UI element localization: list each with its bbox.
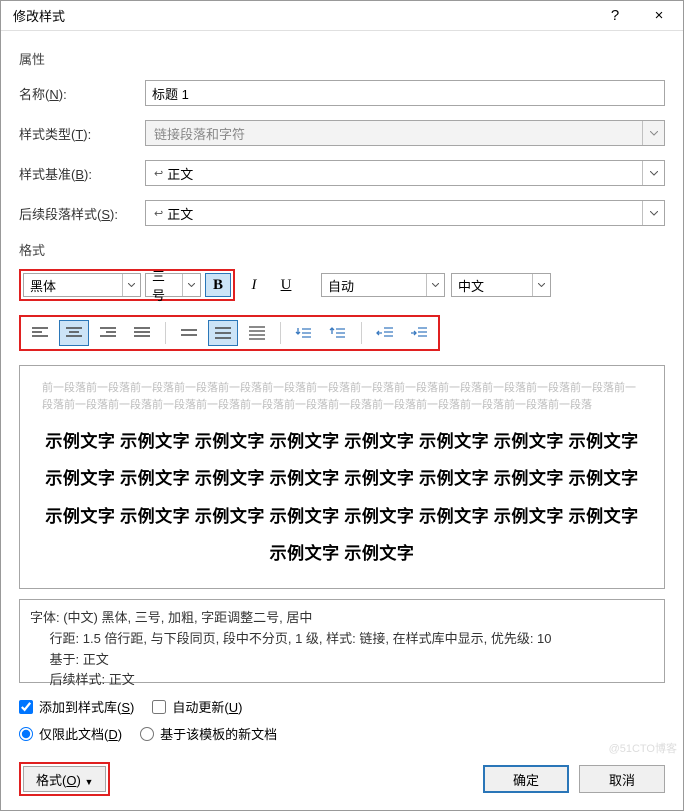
font-size-value: 三号	[146, 266, 182, 304]
template-input[interactable]	[140, 727, 154, 741]
type-value: 链接段落和字符	[146, 124, 642, 143]
based-on-value: ↩正文	[146, 164, 642, 183]
line-spacing-2-button[interactable]	[242, 320, 272, 346]
separator	[280, 322, 281, 344]
close-button[interactable]: ×	[637, 1, 681, 31]
footer: 格式(O) ▼ 确定 取消	[19, 762, 665, 796]
font-highlight-box: 黑体 三号 B	[19, 269, 235, 301]
preview-context-before: 前一段落前一段落前一段落前一段落前一段落前一段落前一段落前一段落前一段落前一段落…	[42, 380, 642, 413]
chevron-down-icon[interactable]	[426, 274, 444, 296]
format-menu-button[interactable]: 格式(O) ▼	[23, 766, 106, 792]
type-dropdown: 链接段落和字符	[145, 120, 665, 146]
increase-indent-button[interactable]	[404, 320, 434, 346]
language-value: 中文	[452, 276, 532, 295]
preview-sample-text: 示例文字 示例文字 示例文字 示例文字 示例文字 示例文字 示例文字 示例文字 …	[42, 423, 642, 573]
only-this-doc-input[interactable]	[19, 727, 33, 741]
format-section-label: 格式	[19, 240, 665, 259]
auto-update-input[interactable]	[152, 700, 166, 714]
space-before-decrease-button[interactable]	[323, 320, 353, 346]
next-style-label: 后续段落样式(S):	[19, 204, 145, 223]
line-spacing-1-button[interactable]	[174, 320, 204, 346]
dialog-content: 属性 名称(N): document.currentScript.previou…	[1, 31, 683, 765]
name-input[interactable]	[145, 80, 665, 106]
language-dropdown[interactable]: 中文	[451, 273, 551, 297]
add-to-gallery-checkbox[interactable]: 添加到样式库(S)	[19, 697, 134, 716]
help-button[interactable]: ?	[593, 1, 637, 31]
auto-update-checkbox[interactable]: 自动更新(U)	[152, 697, 242, 716]
type-label: 样式类型(T):	[19, 124, 145, 143]
separator	[361, 322, 362, 344]
dialog-title: 修改样式	[13, 6, 593, 25]
chevron-down-icon[interactable]	[642, 161, 664, 185]
preview-pane: 前一段落前一段落前一段落前一段落前一段落前一段落前一段落前一段落前一段落前一段落…	[19, 365, 665, 589]
next-style-dropdown[interactable]: ↩正文	[145, 200, 665, 226]
align-right-button[interactable]	[93, 320, 123, 346]
font-toolbar-row: 黑体 三号 B I U 自动 中文	[19, 269, 665, 301]
align-justify-button[interactable]	[127, 320, 157, 346]
radio-row: 仅限此文档(D) 基于该模板的新文档	[19, 724, 665, 743]
cancel-button[interactable]: 取消	[579, 765, 665, 793]
type-row: 样式类型(T): 链接段落和字符	[19, 120, 665, 146]
based-on-row: 样式基准(B): ↩正文	[19, 160, 665, 186]
chevron-down-icon[interactable]	[532, 274, 550, 296]
align-left-button[interactable]	[25, 320, 55, 346]
font-family-value: 黑体	[24, 276, 122, 295]
font-color-dropdown[interactable]: 自动	[321, 273, 445, 297]
style-description: 字体: (中文) 黑体, 三号, 加粗, 字距调整二号, 居中 行距: 1.5 …	[19, 599, 665, 683]
titlebar: 修改样式 ? ×	[1, 1, 683, 31]
based-on-label: 样式基准(B):	[19, 164, 145, 183]
name-row: 名称(N): document.currentScript.previousEl…	[19, 80, 665, 106]
desc-line-2: 行距: 1.5 倍行距, 与下段同页, 段中不分页, 1 级, 样式: 链接, …	[30, 629, 654, 650]
font-color-value: 自动	[322, 276, 426, 295]
desc-line-3: 基于: 正文	[30, 650, 654, 671]
chevron-down-icon[interactable]	[182, 274, 200, 296]
alignment-highlight-box	[19, 315, 440, 351]
decrease-indent-button[interactable]	[370, 320, 400, 346]
add-to-gallery-input[interactable]	[19, 700, 33, 714]
chevron-down-icon[interactable]	[122, 274, 140, 296]
alignment-toolbar-row	[19, 315, 665, 351]
align-center-button[interactable]	[59, 320, 89, 346]
properties-section-label: 属性	[19, 49, 665, 68]
font-family-dropdown[interactable]: 黑体	[23, 273, 141, 297]
modify-style-dialog: 修改样式 ? × 属性 名称(N): document.currentScrip…	[0, 0, 684, 811]
desc-line-1: 字体: (中文) 黑体, 三号, 加粗, 字距调整二号, 居中	[30, 608, 654, 629]
next-style-value: ↩正文	[146, 204, 642, 223]
chevron-down-icon	[642, 121, 664, 145]
desc-line-4: 后续样式: 正文	[30, 670, 654, 691]
template-radio[interactable]: 基于该模板的新文档	[140, 724, 277, 743]
underline-button[interactable]: U	[273, 273, 299, 297]
separator	[165, 322, 166, 344]
format-button-highlight: 格式(O) ▼	[19, 762, 110, 796]
name-label: 名称(N):	[19, 84, 145, 103]
format-section: 格式 黑体 三号 B I U 自动	[19, 240, 665, 743]
space-before-increase-button[interactable]	[289, 320, 319, 346]
chevron-down-icon[interactable]	[642, 201, 664, 225]
next-style-row: 后续段落样式(S): ↩正文	[19, 200, 665, 226]
ok-button[interactable]: 确定	[483, 765, 569, 793]
based-on-dropdown[interactable]: ↩正文	[145, 160, 665, 186]
font-size-dropdown[interactable]: 三号	[145, 273, 201, 297]
italic-button[interactable]: I	[241, 273, 267, 297]
only-this-doc-radio[interactable]: 仅限此文档(D)	[19, 724, 122, 743]
checkbox-row: 添加到样式库(S) 自动更新(U)	[19, 697, 665, 716]
bold-button[interactable]: B	[205, 273, 231, 297]
line-spacing-1-5-button[interactable]	[208, 320, 238, 346]
